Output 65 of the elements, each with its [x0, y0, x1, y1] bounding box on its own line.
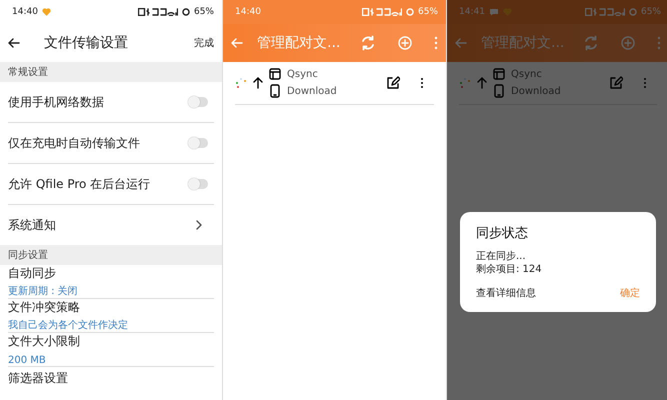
toggle-switch[interactable] — [188, 97, 208, 107]
status-icons — [362, 8, 402, 16]
edit-button[interactable] — [386, 76, 400, 90]
back-arrow-icon — [8, 37, 20, 49]
battery-icon — [406, 8, 414, 16]
loading-spinner-icon — [459, 77, 471, 89]
setting-value: 200 MB — [8, 355, 47, 366]
page-title: 管理配对文... — [256, 34, 342, 52]
phone-icon — [269, 84, 281, 98]
edit-icon — [386, 76, 400, 90]
battery-icon — [182, 8, 190, 16]
sync-button[interactable] — [360, 35, 376, 51]
section-header: 同步设置 — [0, 245, 222, 265]
sync-icon — [583, 35, 599, 51]
up-arrow-icon — [477, 77, 487, 89]
setting-label[interactable]: 自动同步 — [8, 265, 214, 282]
status-time: 14:40 — [235, 7, 261, 17]
more-button[interactable] — [420, 77, 424, 89]
section-header: 常规设置 — [0, 62, 222, 82]
dialog-message: 正在同步... — [476, 250, 527, 263]
setting-label[interactable]: 系统通知 — [8, 216, 196, 234]
dialog-title: 同步状态 — [476, 225, 529, 242]
loading-spinner-icon — [235, 77, 247, 89]
done-button[interactable]: 完成 — [194, 36, 214, 50]
setting-value: 更新周期 : 关闭 — [8, 284, 79, 298]
toggle-switch[interactable] — [188, 138, 208, 148]
battery-level: 65% — [194, 7, 214, 17]
sync-button[interactable] — [583, 35, 599, 51]
chevron-right-icon — [196, 220, 202, 230]
setting-label[interactable]: 文件大小限制 — [8, 333, 214, 353]
toggle-switch[interactable] — [188, 179, 208, 189]
status-icons — [584, 8, 625, 16]
setting-value: 我自己会为各个文件作决定 — [8, 318, 129, 332]
up-arrow-icon — [253, 77, 263, 89]
add-button[interactable] — [621, 36, 635, 50]
page-title: 文件传输设置 — [43, 34, 129, 52]
more-vertical-icon — [643, 77, 647, 89]
view-details-button[interactable]: 查看详细信息 — [476, 286, 536, 300]
status-time: 14:40 — [12, 7, 38, 17]
battery-level: 65% — [640, 7, 661, 17]
status-icons — [138, 8, 178, 16]
battery-level: 65% — [418, 7, 438, 17]
edit-icon — [609, 76, 623, 90]
source-folder: Qsync — [287, 68, 318, 80]
setting-label[interactable]: 文件冲突策略 — [8, 299, 214, 316]
setting-label[interactable]: 筛选器设置 — [8, 370, 214, 386]
setting-label: 仅在充电时自动传输文件 — [8, 134, 141, 152]
add-button[interactable] — [398, 36, 412, 50]
battery-icon — [628, 8, 637, 16]
target-folder: Download — [287, 86, 337, 96]
setting-label: 使用手机网络数据 — [8, 94, 105, 110]
status-time: 14:41 — [459, 7, 485, 17]
more-vertical-icon — [434, 36, 438, 50]
back-arrow-icon — [231, 37, 243, 49]
more-vertical-icon — [420, 77, 424, 89]
page-title: 管理配对文... — [480, 34, 566, 52]
source-folder: Qsync — [511, 68, 542, 80]
target-folder: Download — [511, 86, 561, 96]
back-button[interactable] — [8, 37, 20, 49]
sync-icon — [360, 35, 376, 51]
dialog-message: 剩余项目: 124 — [476, 263, 543, 276]
back-arrow-icon — [455, 37, 467, 49]
setting-label: 允许 Qfile Pro 在后台运行 — [8, 176, 152, 192]
more-vertical-icon — [657, 36, 661, 50]
phone-icon — [493, 84, 505, 98]
